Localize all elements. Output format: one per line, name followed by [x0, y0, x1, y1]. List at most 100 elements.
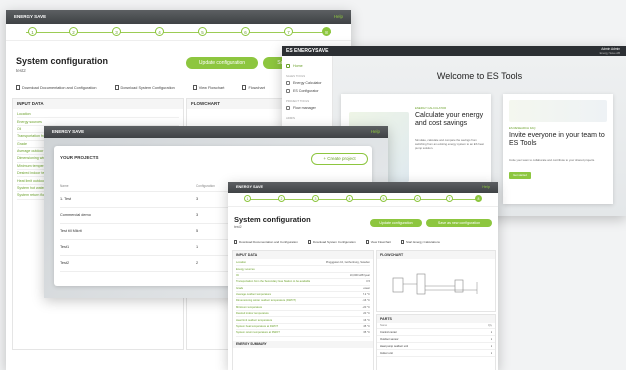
- flowchart-diagram: [392, 273, 478, 295]
- invite-illustration: [509, 100, 607, 122]
- step-8[interactable]: 8: [475, 195, 482, 202]
- sidebar-item-energy-calculator[interactable]: Energy Calculator: [282, 79, 332, 87]
- row-label: Desired indoor temperature: [236, 312, 269, 316]
- project-name[interactable]: 1. Test: [60, 192, 71, 207]
- table-row: Energy sources: [17, 118, 179, 126]
- part-row: Outdoor sensor 1: [377, 336, 495, 343]
- flowchart-heading: FLOWCHART: [377, 251, 495, 259]
- download-system-configuration-link[interactable]: Download System Configuration: [114, 85, 175, 90]
- step-1[interactable]: 1: [28, 27, 37, 36]
- update-configuration-button[interactable]: Update configuration: [186, 57, 258, 69]
- flowchart-link[interactable]: Flowchart: [242, 85, 265, 90]
- document-icon: [307, 240, 311, 244]
- invite-text: Invite your team to collaborate and cont…: [509, 158, 595, 162]
- invite-button[interactable]: Get started: [509, 172, 531, 179]
- row-label: System return temperature at DWOT: [236, 331, 280, 335]
- part-row: Heat pump outdoor unit 1: [377, 343, 495, 350]
- row-value: -20 °C: [362, 305, 370, 309]
- step-5[interactable]: 5: [198, 27, 207, 36]
- download-documentation-link[interactable]: Download Documentation and Configuration: [16, 85, 97, 90]
- document-icon: [242, 85, 247, 90]
- step-6[interactable]: 6: [241, 27, 250, 36]
- row-value: 45 °C: [363, 324, 370, 328]
- flowchart-panel: FLOWCHART: [376, 250, 496, 312]
- save-as-new-configuration-button[interactable]: Save as new configuration: [426, 219, 492, 227]
- create-project-button[interactable]: + Create project: [311, 153, 368, 165]
- section-label-admin: ADMIN: [286, 116, 296, 120]
- step-6[interactable]: 6: [414, 195, 421, 202]
- app-header: ENERGY SAVE Help: [6, 10, 351, 24]
- home-icon: [286, 64, 290, 68]
- row-label: Grade: [17, 141, 27, 146]
- part-qty: 1: [490, 351, 493, 355]
- row-value: 20 °C: [363, 312, 370, 316]
- project-name[interactable]: Test1: [60, 240, 69, 255]
- part-name: Heat pump outdoor unit: [380, 344, 409, 348]
- calculator-icon: [286, 81, 290, 85]
- project-name[interactable]: Test2: [60, 256, 69, 271]
- view-flowchart-link[interactable]: View Flowchart: [192, 85, 224, 90]
- project-name[interactable]: Commercial demo: [60, 208, 91, 223]
- projects-title: YOUR PROJECTS: [60, 155, 99, 160]
- row-value: 16 °C: [363, 318, 370, 322]
- calc-title: Calculate your energy and cost savings: [415, 112, 484, 127]
- section-label-sales: SALES TOOLS: [286, 74, 306, 78]
- part-row: Indoor unit 1: [377, 350, 495, 357]
- document-icon: [365, 240, 369, 244]
- app-logo: ENERGY SAVE: [14, 14, 47, 19]
- table-row: Location: [17, 111, 179, 119]
- help-link[interactable]: Help: [334, 10, 343, 24]
- row-label: Grade: [236, 286, 244, 290]
- step-3[interactable]: 3: [112, 27, 121, 36]
- row-label: Average outdoor temperature: [236, 293, 272, 297]
- part-qty: 1: [490, 330, 493, 334]
- app-logo: ENERGY SAVE: [52, 129, 85, 134]
- step-1[interactable]: 1: [244, 195, 251, 202]
- step-4[interactable]: 4: [155, 27, 164, 36]
- step-8[interactable]: 8: [322, 27, 331, 36]
- sidebar-item-home[interactable]: Home: [282, 62, 332, 70]
- start-energy-calculations-link[interactable]: Start Energy Calculations: [401, 240, 440, 244]
- document-icon: [114, 85, 119, 90]
- invite-title: Invite everyone in your team to ES Tools: [509, 132, 605, 147]
- step-7[interactable]: 7: [446, 195, 453, 202]
- parts-panel: PARTS Name Qty Control center 1 Outdoor sen…: [376, 314, 496, 370]
- configurator-icon: [286, 89, 290, 93]
- sidebar-item-flow-manager[interactable]: Flow manager: [282, 104, 332, 112]
- step-3[interactable]: 3: [312, 195, 319, 202]
- row-label: Location: [236, 261, 247, 265]
- app-header: ENERGY SAVE Help: [44, 126, 388, 138]
- table-row: System return temperature at DWOT 35 °C: [236, 330, 370, 337]
- step-7[interactable]: 7: [284, 27, 293, 36]
- view-flowchart-link[interactable]: View Flowchart: [365, 240, 391, 244]
- flow-icon: [286, 106, 290, 110]
- page-subtitle: test2: [234, 225, 242, 229]
- download-documentation-link[interactable]: Download Documentation and Configuration: [234, 240, 298, 244]
- step-2[interactable]: 2: [69, 27, 78, 36]
- download-system-configuration-link[interactable]: Download System Configuration: [307, 240, 356, 244]
- step-4[interactable]: 4: [346, 195, 353, 202]
- project-name[interactable]: Test till Mikrit: [60, 224, 82, 239]
- step-2[interactable]: 2: [278, 195, 285, 202]
- row-value: 7.2 °C: [362, 293, 371, 297]
- update-configuration-button[interactable]: Update configuration: [370, 219, 422, 227]
- user-name[interactable]: Admin Admin: [601, 47, 620, 51]
- input-data-panel: INPUT DATA Location Pingggatan 10, Gothen…: [232, 250, 374, 370]
- row-value: Lower: [362, 286, 370, 290]
- parts-heading: PARTS: [377, 315, 495, 323]
- invite-card[interactable]: ES RESEARCH FAQ Invite everyone in your …: [503, 94, 613, 204]
- part-name: Indoor unit: [380, 351, 393, 355]
- row-label: Minimum temperature: [236, 305, 263, 309]
- sidebar-item-es-configurator[interactable]: ES Configurator: [282, 87, 332, 95]
- config-window-front: ENERGY SAVE Help 1 2 3 4 5 6 7 8 System …: [228, 182, 498, 370]
- row-value: 10,000 kWh/year: [349, 273, 370, 277]
- row-label: System return flow: [17, 193, 47, 198]
- help-link[interactable]: Help: [371, 126, 380, 138]
- row-label: System heat temperature at DWOT: [236, 324, 279, 328]
- step-5[interactable]: 5: [380, 195, 387, 202]
- document-icon: [16, 85, 20, 90]
- section-label-project: PROJECT TOOLS: [286, 99, 310, 103]
- row-label: System hot water: [17, 185, 45, 190]
- help-link[interactable]: Help: [482, 182, 490, 193]
- document-icon: [401, 240, 405, 244]
